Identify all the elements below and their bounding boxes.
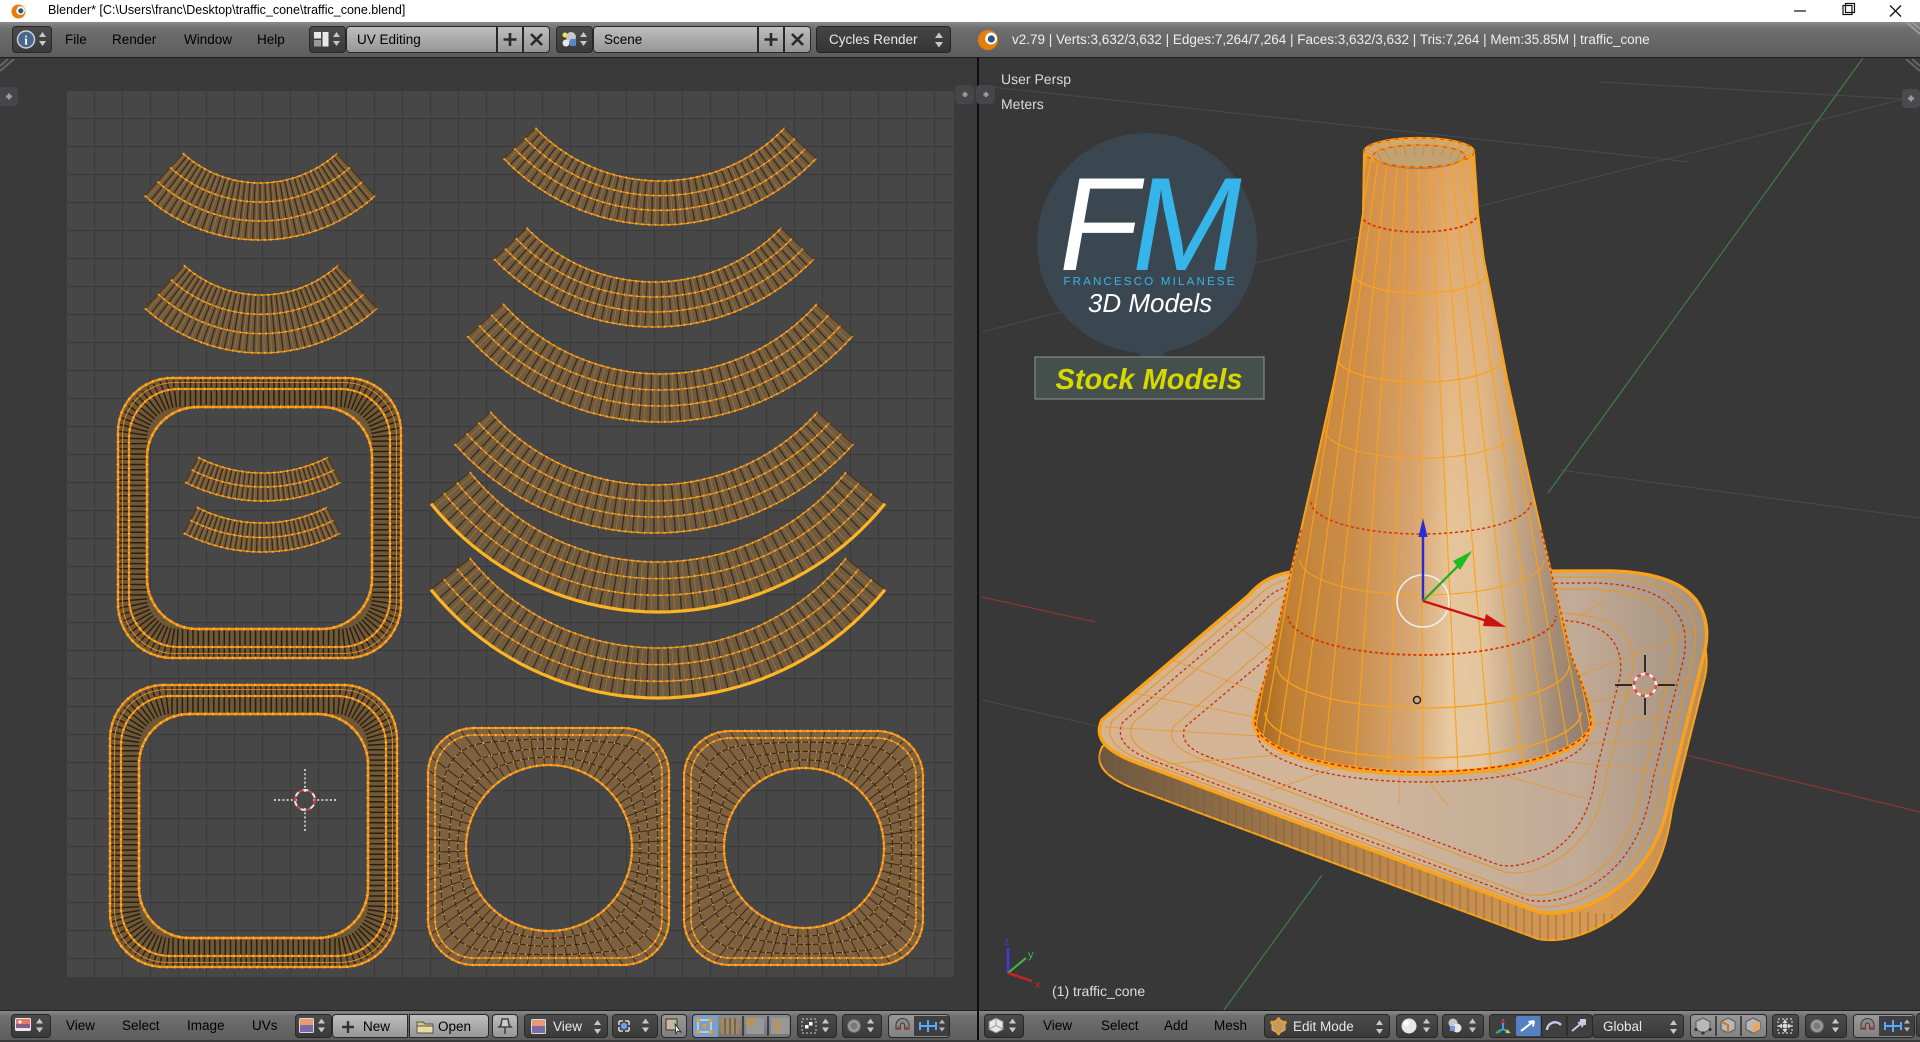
svg-text:User Persp: User Persp	[1001, 71, 1071, 87]
svg-text:x: x	[1035, 979, 1041, 991]
svg-text:Stock Models: Stock Models	[1056, 364, 1243, 396]
svg-text:z: z	[1004, 936, 1010, 948]
svg-text:i: i	[24, 33, 28, 48]
svg-text:FRANCESCO MILANESE: FRANCESCO MILANESE	[1063, 276, 1236, 288]
svg-text:y: y	[1028, 949, 1034, 961]
svg-text:Meters: Meters	[1001, 96, 1044, 112]
svg-text:3D Models: 3D Models	[1088, 288, 1212, 318]
svg-text:(1) traffic_cone: (1) traffic_cone	[1052, 983, 1145, 999]
